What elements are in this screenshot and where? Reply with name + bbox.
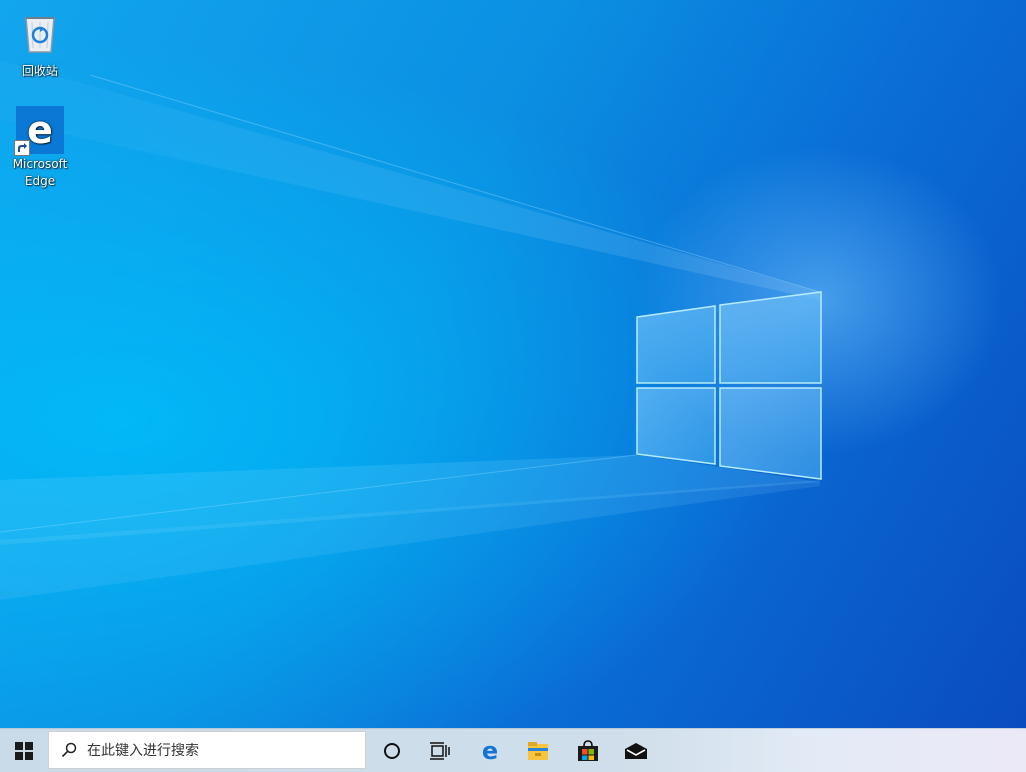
edge-icon: e xyxy=(14,106,64,156)
svg-text:e: e xyxy=(27,108,53,152)
cortana-button[interactable] xyxy=(368,729,416,772)
taskbar: 在此键入进行搜索 e xyxy=(0,728,1026,772)
desktop-icon-microsoft-edge[interactable]: e Microsoft Edge xyxy=(2,106,78,190)
taskbar-store-button[interactable] xyxy=(564,729,612,772)
edge-icon: e xyxy=(482,739,498,763)
taskbar-mail-button[interactable] xyxy=(612,729,660,772)
cortana-circle-icon xyxy=(384,742,400,759)
task-view-icon xyxy=(430,741,450,760)
desktop-wallpaper[interactable]: 回收站 e Microsoft Edge xyxy=(0,0,1026,728)
windows-hero-wallpaper xyxy=(0,60,822,600)
windows-logo-panes xyxy=(636,291,822,480)
desktop-icon-label: Microsoft Edge xyxy=(12,157,68,188)
start-button[interactable] xyxy=(0,729,48,772)
search-icon xyxy=(61,742,77,758)
task-view-button[interactable] xyxy=(416,729,464,772)
search-placeholder: 在此键入进行搜索 xyxy=(87,743,199,759)
mail-icon xyxy=(625,742,647,759)
svg-text:e: e xyxy=(482,739,498,763)
taskbar-edge-button[interactable]: e xyxy=(466,729,514,772)
recycle-bin-icon xyxy=(25,17,55,53)
taskbar-search-box[interactable]: 在此键入进行搜索 xyxy=(48,731,366,769)
desktop-icon-label: 回收站 xyxy=(21,64,58,78)
file-explorer-icon xyxy=(528,741,548,760)
windows-start-icon xyxy=(15,741,33,760)
shortcut-arrow-icon xyxy=(14,140,30,156)
microsoft-store-icon xyxy=(578,739,598,761)
desktop-icon-recycle-bin[interactable]: 回收站 xyxy=(2,8,78,80)
taskbar-file-explorer-button[interactable] xyxy=(514,729,562,772)
